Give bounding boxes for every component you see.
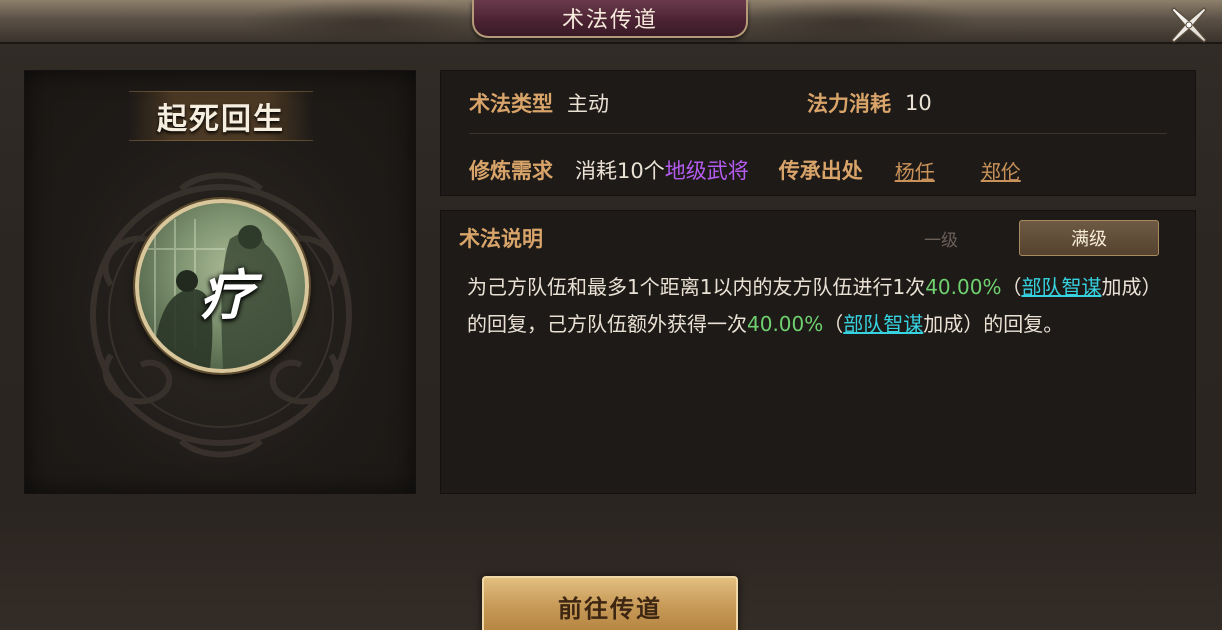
close-x-icon bbox=[1171, 7, 1207, 43]
source-label: 传承出处 bbox=[778, 159, 863, 183]
top-ornament-left bbox=[240, 0, 500, 44]
skill-name-plate: 起死回生 bbox=[129, 91, 313, 141]
requirement-label: 修炼需求 bbox=[469, 159, 553, 183]
heal-rate-value: 40.00% bbox=[925, 275, 1002, 299]
top-ornament-right bbox=[720, 0, 980, 44]
skill-icon: 疗 bbox=[135, 199, 309, 373]
desc-part: 为己方队伍和最多1个距离1以内的友方队伍进行1次 bbox=[467, 275, 926, 299]
window-title: 术法传道 bbox=[561, 8, 658, 33]
desc-part: （ bbox=[1001, 275, 1022, 299]
desc-part: （ bbox=[823, 312, 844, 336]
skill-glyph: 疗 bbox=[200, 262, 254, 327]
skill-type-value: 主动 bbox=[567, 92, 609, 116]
go-transfer-button[interactable]: 前往传道 bbox=[482, 576, 738, 630]
info-divider bbox=[469, 133, 1167, 134]
mana-cost-value: 10 bbox=[905, 91, 932, 115]
desc-part: 加成）的回复。 bbox=[923, 312, 1064, 336]
skill-name: 起死回生 bbox=[157, 102, 285, 137]
troop-intellect-link[interactable]: 部队智谋 bbox=[1021, 275, 1101, 299]
close-button[interactable] bbox=[1166, 2, 1212, 48]
info-row-type-cost: 术法类型 主动 法力消耗 10 bbox=[469, 87, 1169, 119]
mana-cost-label: 法力消耗 bbox=[807, 92, 891, 116]
info-row-requirement-source: 修炼需求 消耗10个 地级武将 传承出处 杨任 郑伦 bbox=[469, 153, 1169, 187]
skill-info-panel: 术法类型 主动 法力消耗 10 修炼需求 消耗10个 地级武将 传承出处 杨任 … bbox=[440, 70, 1196, 196]
description-title: 术法说明 bbox=[459, 227, 543, 251]
tab-max-level[interactable]: 满级 bbox=[1019, 220, 1159, 256]
source-link-yangren[interactable]: 杨任 bbox=[895, 156, 935, 185]
skill-description-panel: 术法说明 一级 满级 为己方队伍和最多1个距离1以内的友方队伍进行1次40.00… bbox=[440, 210, 1196, 494]
skill-type-label: 术法类型 bbox=[469, 92, 553, 116]
extra-heal-rate-value: 40.00% bbox=[747, 312, 824, 336]
requirement-prefix: 消耗10个 bbox=[575, 159, 665, 183]
skill-portrait-panel: 起死回生 疗 bbox=[24, 70, 416, 494]
description-text: 为己方队伍和最多1个距离1以内的友方队伍进行1次40.00%（部队智谋加成）的回… bbox=[467, 269, 1177, 343]
requirement-highlight: 地级武将 bbox=[664, 159, 749, 183]
go-transfer-label: 前往传道 bbox=[558, 594, 662, 623]
troop-intellect-link[interactable]: 部队智谋 bbox=[843, 312, 923, 336]
title-plate: 术法传道 bbox=[472, 0, 748, 38]
tab-level-one[interactable]: 一级 bbox=[881, 221, 1001, 255]
skill-transfer-window: 术法传道 起死回生 疗 术法类型 主动 法力消耗 10 修炼需求 消耗10个 地… bbox=[0, 0, 1222, 630]
source-link-zhenglun[interactable]: 郑伦 bbox=[981, 156, 1021, 185]
